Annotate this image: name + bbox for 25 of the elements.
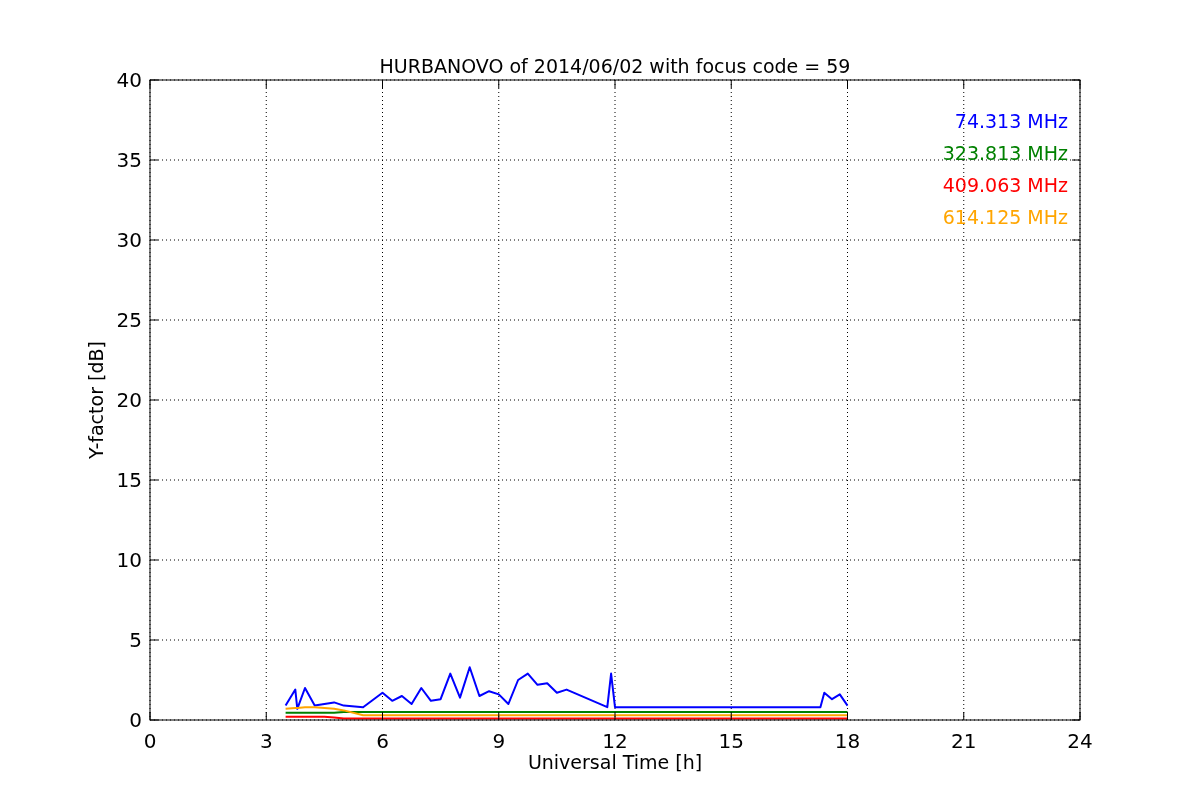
legend-label: 323.813 MHz <box>942 142 1068 164</box>
tick-label: 10 <box>116 548 142 572</box>
tick-label: 0 <box>129 708 142 732</box>
tick-label: 20 <box>116 388 142 412</box>
tick-label: 9 <box>492 729 506 753</box>
tick-label: 21 <box>951 729 977 753</box>
legend-label: 409.063 MHz <box>942 174 1068 196</box>
tick-label: 40 <box>116 68 142 92</box>
tick-label: 25 <box>116 308 142 332</box>
legend-label: 74.313 MHz <box>954 110 1068 132</box>
tick-label: 5 <box>129 628 142 652</box>
tick-label: 0 <box>143 729 157 753</box>
chart-title: HURBANOVO of 2014/06/02 with focus code = 59 <box>379 55 851 77</box>
tick-label: 3 <box>259 729 273 753</box>
tick-label: 12 <box>602 729 628 753</box>
tick-label: 15 <box>718 729 744 753</box>
tick-label: 15 <box>116 468 142 492</box>
legend-label: 614.125 MHz <box>942 206 1068 228</box>
axis-label: Y-factor [dB] <box>85 341 107 459</box>
axis-label: Universal Time [h] <box>527 751 703 773</box>
tick-label: 18 <box>834 729 861 753</box>
tick-label: 6 <box>376 729 389 753</box>
tick-label: 35 <box>116 148 142 172</box>
tick-label: 30 <box>116 228 142 252</box>
tick-label: 24 <box>1067 729 1093 753</box>
